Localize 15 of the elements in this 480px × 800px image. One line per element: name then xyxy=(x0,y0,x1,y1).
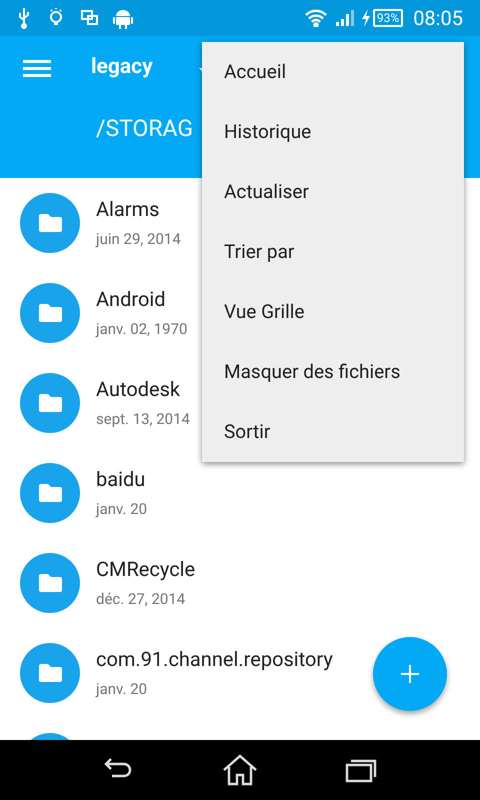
clock: 08:05 xyxy=(413,5,463,32)
folder-name: com.91.channel.repository xyxy=(96,646,333,672)
folder-name: Alarms xyxy=(96,196,160,222)
folder-name: CMRecycle xyxy=(96,556,196,582)
modified-date: sept. 13, 2014 xyxy=(96,408,190,430)
modified-date: juin 29, 2014 xyxy=(96,228,181,250)
folder-name: baidu xyxy=(96,466,146,492)
modified-date: janv. 20 xyxy=(96,678,148,700)
folder-name: Autodesk xyxy=(96,376,182,402)
modified-date: janv. 20 xyxy=(96,498,148,520)
modified-date: déc. 27, 2014 xyxy=(96,588,186,610)
modified-date: janv. 02, 1970 xyxy=(96,318,188,340)
current-path: /STORAG xyxy=(96,114,194,144)
folder-name: Android xyxy=(96,286,167,312)
battery-level: 93% xyxy=(372,9,404,27)
